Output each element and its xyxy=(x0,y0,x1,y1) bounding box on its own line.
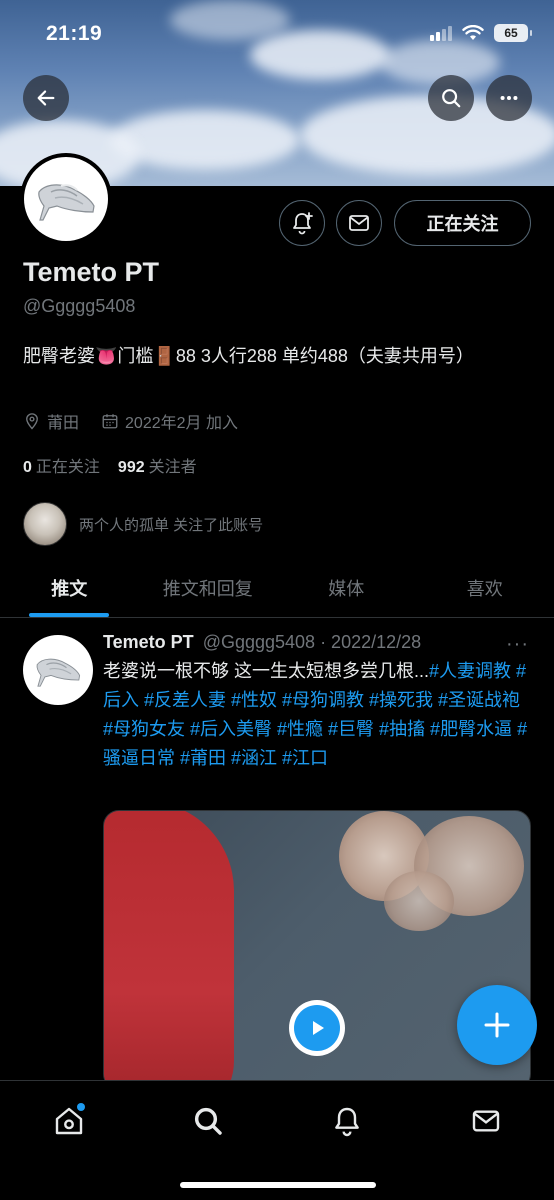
profile-avatar[interactable] xyxy=(20,153,112,245)
followers-stat[interactable]: 992 关注者 xyxy=(118,453,197,477)
status-icons: 65 xyxy=(430,24,532,42)
followers-count: 992 xyxy=(117,459,145,476)
nav-messages[interactable] xyxy=(464,1099,508,1143)
calendar-icon xyxy=(102,414,118,429)
more-options-button[interactable] xyxy=(486,75,532,121)
envelope-icon xyxy=(349,215,369,231)
search-icon xyxy=(442,89,461,108)
location-item: 莆田 xyxy=(23,409,79,433)
tweet-avatar[interactable] xyxy=(23,635,93,705)
cellular-signal-icon xyxy=(430,25,452,41)
tab-tweets[interactable]: 推文 xyxy=(0,558,139,617)
nav-search[interactable] xyxy=(186,1099,230,1143)
tab-likes[interactable]: 喜欢 xyxy=(416,558,554,617)
status-time: 21:19 xyxy=(46,22,103,45)
search-icon xyxy=(194,1107,222,1135)
following-label: 正在关注 xyxy=(35,459,100,476)
nav-home[interactable] xyxy=(47,1099,91,1143)
bell-plus-icon xyxy=(293,212,313,235)
tweet-body: 老婆说一根不够 这一生太短想多尝几根... xyxy=(103,661,430,681)
tweet-text: 老婆说一根不够 这一生太短想多尝几根...#人妻调教 #后入 #反差人妻 #性奴… xyxy=(103,657,533,773)
profile-meta: 莆田 2022年2月 加入 xyxy=(23,409,260,433)
envelope-icon xyxy=(472,1110,500,1132)
joined-item: 2022年2月 加入 xyxy=(101,409,238,433)
more-horizontal-icon xyxy=(500,95,518,101)
home-indicator[interactable] xyxy=(180,1182,376,1188)
profile-tabs: 推文 推文和回复 媒体 喜欢 xyxy=(0,558,554,618)
map-pin-icon xyxy=(26,413,38,430)
nav-notifications[interactable] xyxy=(325,1099,369,1143)
battery-icon: 65 xyxy=(494,24,532,42)
following-button[interactable]: 正在关注 xyxy=(394,200,531,246)
tab-media[interactable]: 媒体 xyxy=(277,558,416,617)
notify-button[interactable] xyxy=(279,200,325,246)
arrow-left-icon xyxy=(37,90,55,106)
joined-text: 2022年2月 加入 xyxy=(125,415,238,432)
followers-label: 关注者 xyxy=(148,459,197,476)
high-heel-shoe-image xyxy=(36,658,81,687)
message-button[interactable] xyxy=(336,200,382,246)
tab-tweets-replies[interactable]: 推文和回复 xyxy=(139,558,278,617)
tweet-more-button[interactable]: ··· xyxy=(506,633,529,656)
followed-by-row[interactable]: 两个人的孤单 关注了此账号 xyxy=(23,502,263,546)
display-name: Temeto PT xyxy=(23,257,160,287)
notification-dot xyxy=(77,1103,85,1111)
play-button[interactable] xyxy=(289,1000,345,1056)
location-text: 莆田 xyxy=(47,415,80,432)
following-stat[interactable]: 0 正在关注 xyxy=(23,453,100,477)
followed-by-text: 两个人的孤单 关注了此账号 xyxy=(79,516,264,534)
follow-stats: 0 正在关注 992 关注者 xyxy=(23,453,197,477)
compose-tweet-button[interactable] xyxy=(457,985,537,1065)
follower-avatar xyxy=(23,502,67,546)
user-handle: @Ggggg5408 xyxy=(23,296,136,316)
tweet-header: Temeto PT @Ggggg5408 · 2022/12/28 xyxy=(103,632,421,653)
plus-icon xyxy=(484,1012,510,1038)
avatar-image xyxy=(24,157,108,241)
back-button[interactable] xyxy=(23,75,69,121)
play-icon xyxy=(294,1005,340,1051)
tweet-handle-date: @Ggggg5408 · 2022/12/28 xyxy=(202,632,422,652)
wifi-icon xyxy=(462,25,484,40)
tweet-author-name[interactable]: Temeto PT xyxy=(103,632,194,652)
bell-icon xyxy=(335,1107,359,1137)
media-flower-pattern xyxy=(384,871,454,931)
profile-bio: 肥臀老婆👅门槛🚪88 3人行288 单约488（夫妻共用号） xyxy=(23,346,474,366)
media-red-area xyxy=(104,811,234,1089)
search-button[interactable] xyxy=(428,75,474,121)
following-count: 0 xyxy=(23,459,32,476)
high-heel-shoe-image xyxy=(38,184,95,221)
